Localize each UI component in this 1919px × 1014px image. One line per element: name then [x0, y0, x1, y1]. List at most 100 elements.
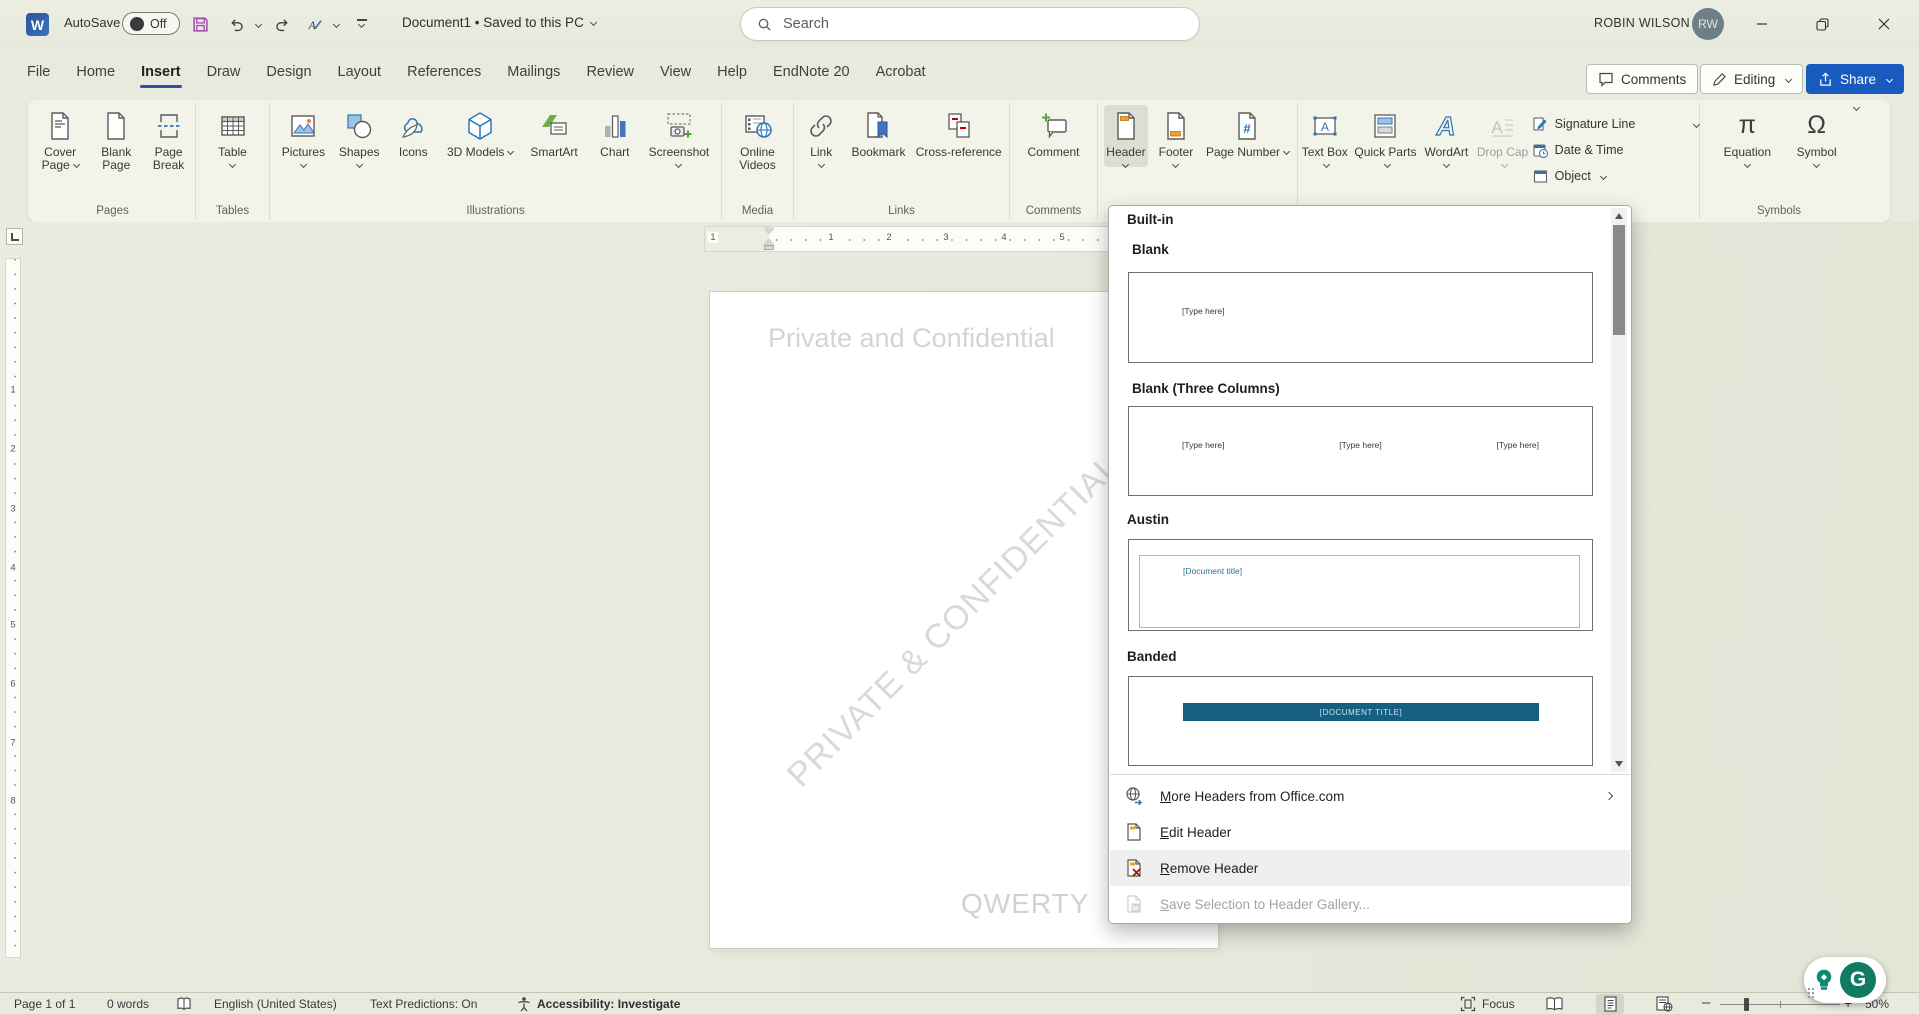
status-bar: Page 1 of 1 0 words English (United Stat… [0, 992, 1919, 1014]
screenshot-button[interactable]: Screenshot [647, 105, 712, 167]
smartart-button[interactable]: SmartArt [525, 105, 583, 159]
footer-button[interactable]: Footer [1154, 105, 1198, 167]
search-input[interactable] [783, 16, 1163, 32]
save-button[interactable] [186, 10, 214, 38]
style-pen-chevron[interactable] [333, 21, 340, 28]
submenu-arrow-icon [1605, 792, 1613, 800]
page-break-button[interactable]: Page Break [142, 105, 195, 172]
tab-home[interactable]: Home [63, 58, 128, 90]
scroll-down-icon[interactable] [1615, 761, 1623, 767]
tab-insert[interactable]: Insert [128, 58, 194, 90]
wordart-button[interactable]: A WordArt [1419, 105, 1473, 167]
equation-button[interactable]: π Equation [1719, 105, 1775, 167]
remove-header-item[interactable]: Remove Header [1110, 850, 1630, 886]
more-headers-item[interactable]: More Headers from Office.com [1110, 778, 1630, 814]
word-count[interactable]: 0 words [107, 997, 149, 1011]
word-logo[interactable]: W [26, 13, 49, 36]
restore-button[interactable] [1800, 0, 1844, 48]
undo-button[interactable] [222, 10, 250, 38]
editing-mode-button[interactable]: Editing [1700, 64, 1803, 94]
share-chevron [1886, 75, 1893, 82]
print-layout-button[interactable] [1596, 994, 1624, 1014]
indent-markers[interactable] [764, 228, 775, 250]
quick-access-overflow-button[interactable] [348, 10, 376, 38]
symbol-button[interactable]: Ω Symbol [1795, 105, 1839, 167]
tab-help[interactable]: Help [704, 58, 760, 90]
zoom-slider[interactable] [1720, 1004, 1840, 1005]
bookmark-button[interactable]: Bookmark [848, 105, 908, 159]
icons-button[interactable]: Icons [391, 105, 435, 159]
read-mode-button[interactable] [1540, 994, 1568, 1014]
3d-models-button[interactable]: 3D Models [445, 105, 515, 159]
share-button[interactable]: Share [1806, 64, 1904, 94]
focus-icon [1460, 996, 1476, 1012]
header-style-blank[interactable]: [Type here] [1128, 272, 1593, 363]
blank-page-icon [100, 110, 132, 142]
cross-reference-button[interactable]: Cross-reference [914, 105, 1004, 159]
online-videos-button[interactable]: Online Videos [722, 105, 793, 172]
grammarly-logo: G [1840, 962, 1876, 998]
blank-page-button[interactable]: Blank Page [90, 105, 142, 172]
group-tables: Table Tables [196, 103, 270, 219]
grammarly-widget[interactable]: G [1804, 957, 1886, 1003]
minimize-icon [1756, 18, 1768, 30]
web-layout-button[interactable] [1650, 994, 1678, 1014]
vertical-ruler[interactable]: 1 2 3 4 5 6 7 8 [5, 258, 21, 958]
shapes-button[interactable]: Shapes [337, 105, 382, 167]
object-button[interactable]: Object [1532, 165, 1699, 187]
scroll-up-icon[interactable] [1615, 213, 1623, 219]
header-style-banded[interactable]: [DOCUMENT TITLE] [1128, 676, 1593, 766]
redo-button[interactable] [268, 10, 296, 38]
text-box-button[interactable]: A Text Box [1298, 105, 1352, 172]
gallery-scrollbar[interactable] [1611, 208, 1627, 772]
table-button[interactable]: Table [211, 105, 255, 167]
chart-button[interactable]: Chart [593, 105, 637, 159]
tab-file[interactable]: File [14, 58, 63, 90]
comments-button[interactable]: Comments [1586, 64, 1698, 94]
quick-parts-button[interactable]: Quick Parts [1352, 105, 1420, 172]
tab-selector[interactable] [6, 228, 23, 245]
zoom-slider-thumb[interactable] [1744, 998, 1749, 1011]
text-predictions[interactable]: Text Predictions: On [370, 997, 477, 1011]
minimize-button[interactable] [1740, 0, 1784, 48]
avatar[interactable]: RW [1692, 8, 1724, 40]
focus-mode-button[interactable]: Focus [1482, 997, 1515, 1011]
tab-view[interactable]: View [647, 58, 704, 90]
tab-review[interactable]: Review [573, 58, 647, 90]
date-time-button[interactable]: Date & Time [1532, 139, 1699, 161]
collapse-ribbon-button[interactable] [1842, 98, 1866, 116]
symbol-icon: Ω [1801, 110, 1833, 142]
drag-handle-icon[interactable] [1807, 987, 1815, 999]
pictures-button[interactable]: Pictures [280, 105, 327, 167]
document-title[interactable]: Document1 • Saved to this PC [402, 15, 596, 30]
autosave-toggle[interactable]: Off [122, 12, 180, 35]
tab-acrobat[interactable]: Acrobat [863, 58, 939, 90]
header-style-austin[interactable]: [Document title] [1128, 539, 1593, 631]
undo-dropdown-chevron[interactable] [255, 21, 262, 28]
tab-endnote[interactable]: EndNote 20 [760, 58, 863, 90]
edit-header-item[interactable]: Edit Header [1110, 814, 1630, 850]
scrollbar-thumb[interactable] [1613, 225, 1625, 335]
cover-page-button[interactable]: Cover Page [30, 105, 90, 172]
header-style-blank-three-columns[interactable]: [Type here] [Type here] [Type here] [1128, 406, 1593, 496]
tab-layout[interactable]: Layout [325, 58, 395, 90]
link-button[interactable]: Link [799, 105, 843, 167]
zoom-out-button[interactable]: – [1702, 994, 1710, 1011]
close-button[interactable] [1862, 0, 1906, 48]
language-indicator[interactable]: English (United States) [214, 997, 337, 1011]
tab-mailings[interactable]: Mailings [494, 58, 573, 90]
page-indicator[interactable]: Page 1 of 1 [14, 997, 75, 1011]
tab-design[interactable]: Design [253, 58, 324, 90]
search-bar[interactable] [740, 7, 1200, 41]
tab-references[interactable]: References [394, 58, 494, 90]
style-pen-button[interactable]: A [300, 10, 328, 38]
header-button[interactable]: Header [1104, 105, 1148, 167]
accessibility-status[interactable]: Accessibility: Investigate [537, 997, 680, 1011]
comment-button[interactable]: Comment [1023, 105, 1085, 159]
page-number-button[interactable]: # Page Number [1204, 105, 1291, 159]
proofing-icon[interactable] [176, 996, 192, 1012]
signature-line-button[interactable]: Signature Line [1532, 113, 1699, 135]
user-name[interactable]: ROBIN WILSON [1594, 16, 1690, 30]
tab-draw[interactable]: Draw [194, 58, 254, 90]
share-icon [1818, 72, 1833, 87]
